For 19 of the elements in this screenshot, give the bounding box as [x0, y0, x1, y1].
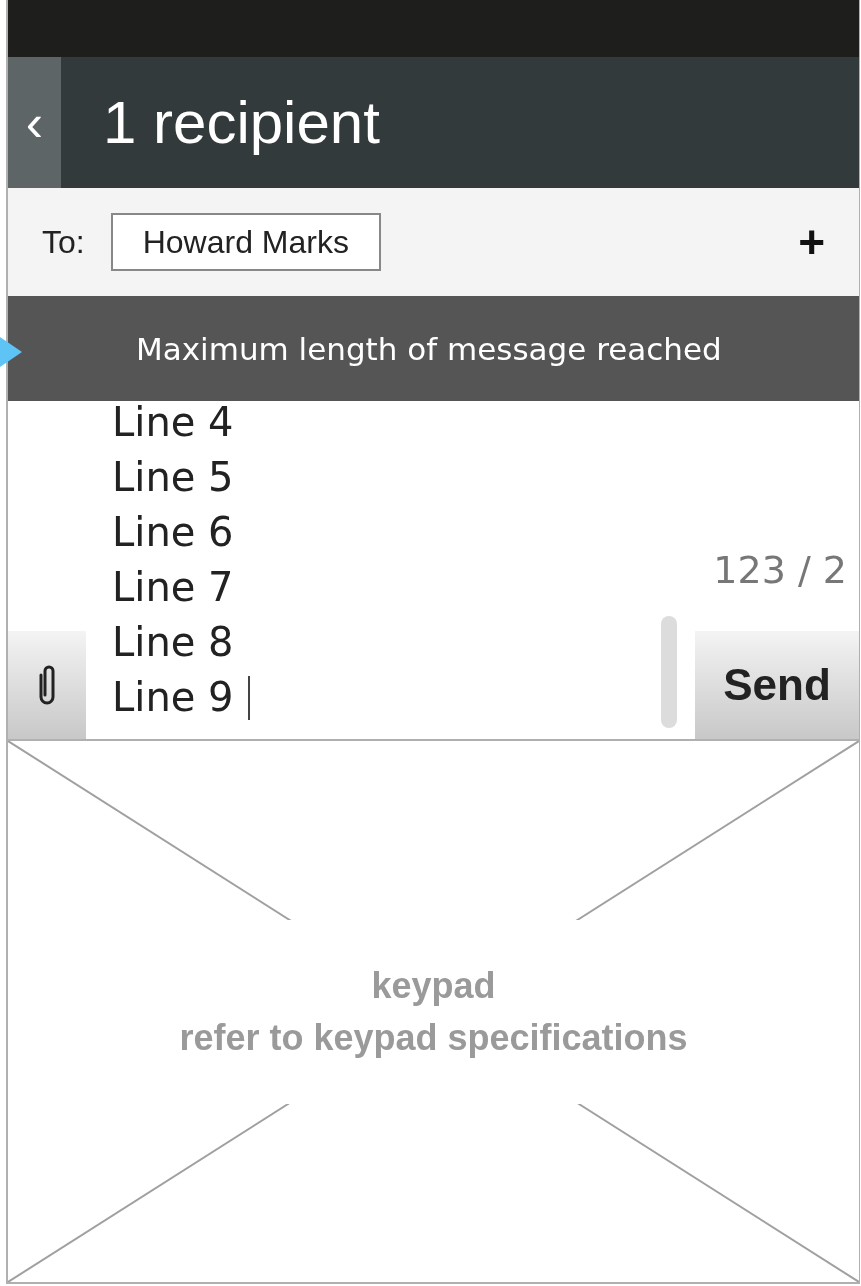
message-line: Line 7: [112, 563, 234, 612]
message-line: Line 8: [112, 618, 234, 667]
attach-button[interactable]: [8, 631, 86, 739]
keypad-label: keypad: [371, 963, 496, 1008]
pointer-icon: [0, 337, 22, 367]
send-button[interactable]: Send: [695, 631, 859, 739]
keypad-label: refer to keypad specifications: [179, 1015, 688, 1060]
recipient-chip[interactable]: Howard Marks: [110, 213, 381, 271]
message-line: Line 4: [112, 398, 234, 447]
message-line: Line 9: [112, 673, 234, 722]
text-cursor: [247, 675, 250, 720]
message-line: Line 6: [112, 508, 234, 557]
character-counter: 123 / 2: [713, 547, 848, 594]
back-button[interactable]: ‹: [8, 57, 61, 188]
add-recipient-button[interactable]: +: [798, 219, 825, 265]
message-line: Line 5: [112, 453, 234, 502]
toast: Maximum length of message reached: [8, 298, 859, 401]
to-label: To:: [42, 223, 85, 262]
header-title: 1 recipient: [103, 87, 380, 158]
